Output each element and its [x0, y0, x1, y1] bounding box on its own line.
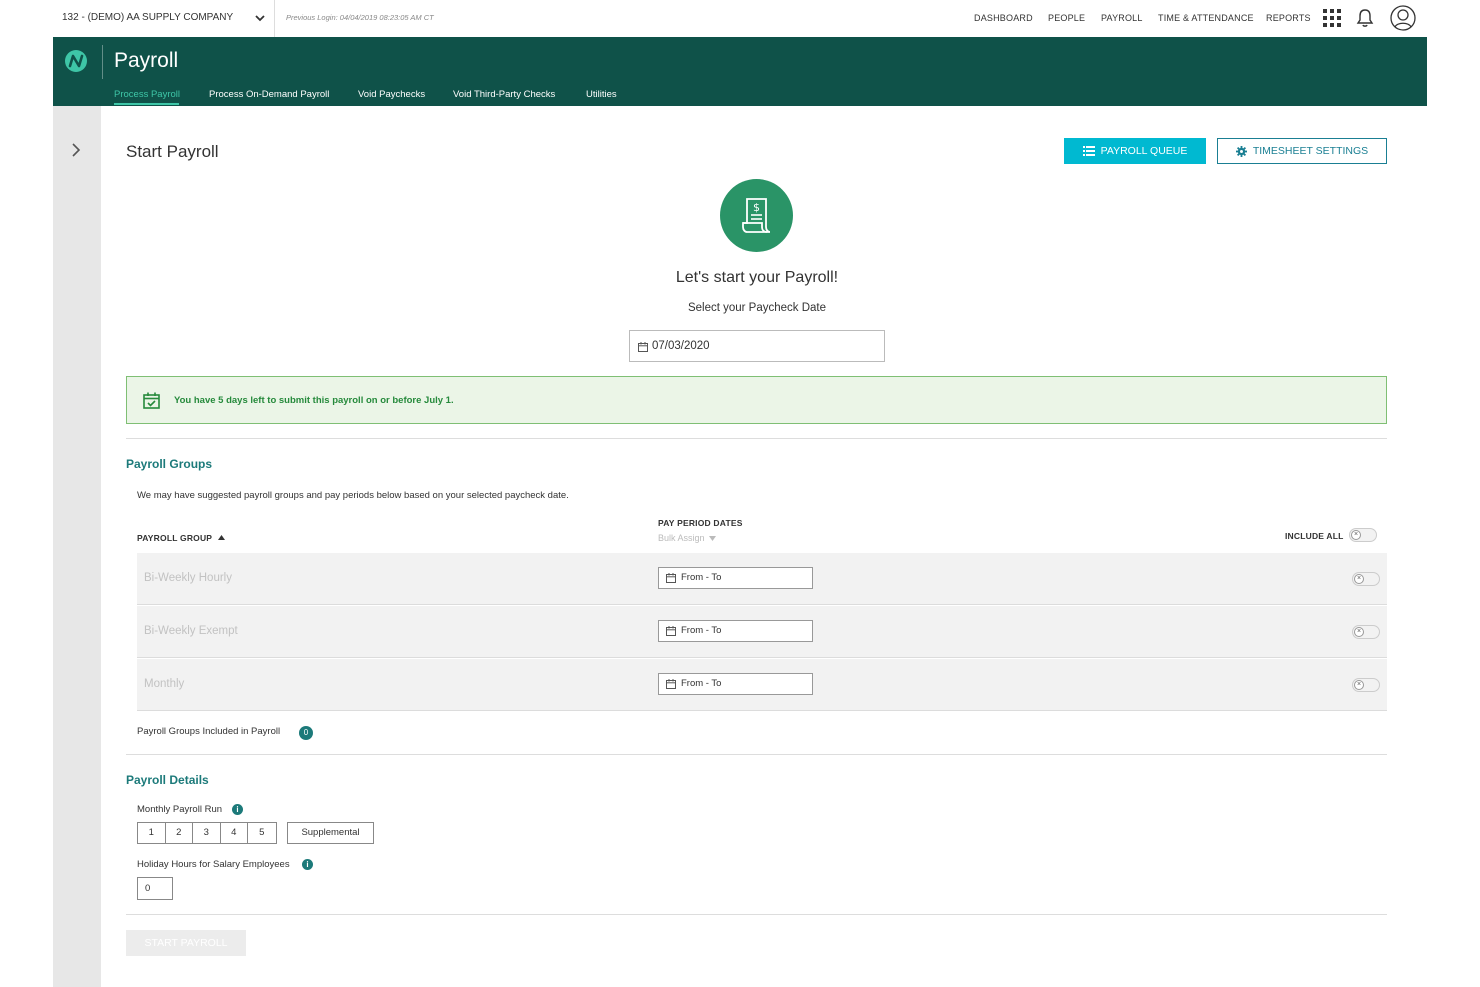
- tab-void-paychecks[interactable]: Void Paychecks: [358, 89, 425, 100]
- payroll-groups-title: Payroll Groups: [126, 457, 213, 471]
- previous-login: Previous Login: 04/04/2019 08:23:05 AM C…: [286, 13, 434, 22]
- run-5-button[interactable]: 5: [248, 823, 276, 843]
- nav-people[interactable]: PEOPLE: [1048, 13, 1085, 23]
- holiday-hours-input[interactable]: 0: [137, 877, 173, 900]
- nav-time-attendance[interactable]: TIME & ATTENDANCE: [1158, 13, 1254, 23]
- calendar-icon: [666, 679, 676, 689]
- info-icon[interactable]: i: [232, 804, 243, 815]
- payroll-group-name: Bi-Weekly Hourly: [144, 572, 232, 584]
- run-2-button[interactable]: 2: [165, 823, 193, 843]
- paycheck-date-value: 07/03/2020: [652, 340, 710, 352]
- pay-period-range-value: From - To: [681, 625, 722, 636]
- bulk-assign-label: Bulk Assign: [658, 533, 705, 543]
- list-icon: [1082, 146, 1095, 156]
- include-all-label: INCLUDE ALL: [1285, 531, 1344, 541]
- timesheet-settings-label: TIMESHEET SETTINGS: [1252, 145, 1369, 157]
- page-title: Start Payroll: [126, 142, 219, 161]
- hero-subtitle: Select your Paycheck Date: [687, 302, 827, 314]
- chevron-down-icon[interactable]: [254, 12, 266, 24]
- hero-title: Let's start your Payroll!: [675, 269, 839, 286]
- company-selector[interactable]: 132 - (DEMO) AA SUPPLY COMPANY: [62, 12, 233, 23]
- gear-icon: [1235, 145, 1247, 157]
- include-all-toggle[interactable]: ×: [1349, 528, 1377, 542]
- info-icon[interactable]: i: [302, 859, 313, 870]
- receipt-icon: $: [720, 179, 793, 252]
- nav-payroll[interactable]: PAYROLL: [1101, 13, 1143, 23]
- pay-period-range-value: From - To: [681, 572, 722, 583]
- payroll-groups-description: We may have suggested payroll groups and…: [137, 490, 569, 501]
- calendar-icon: [638, 342, 648, 352]
- table-row: Monthly From - To ×: [137, 659, 1387, 711]
- table-row: Bi-Weekly Exempt From - To ×: [137, 606, 1387, 658]
- calendar-check-icon: [143, 392, 160, 409]
- bulk-assign-dropdown[interactable]: Bulk Assign: [658, 533, 717, 543]
- col-pay-period-dates: PAY PERIOD DATES: [658, 518, 743, 528]
- side-rail: [53, 106, 101, 987]
- sort-up-icon: [217, 535, 225, 540]
- tab-process-payroll[interactable]: Process Payroll: [114, 89, 180, 100]
- include-group-toggle[interactable]: ×: [1352, 678, 1380, 692]
- start-payroll-button[interactable]: START PAYROLL: [126, 930, 246, 956]
- payroll-queue-button[interactable]: PAYROLL QUEUE: [1064, 138, 1206, 164]
- timesheet-settings-button[interactable]: TIMESHEET SETTINGS: [1217, 138, 1387, 164]
- chevron-down-icon: [709, 536, 717, 541]
- pay-period-range-input[interactable]: From - To: [658, 567, 813, 589]
- paycheck-date-input[interactable]: 07/03/2020: [629, 330, 885, 362]
- calendar-icon: [666, 626, 676, 636]
- col-payroll-group[interactable]: PAYROLL GROUP: [137, 533, 225, 543]
- tab-utilities[interactable]: Utilities: [586, 89, 617, 100]
- payroll-group-name: Monthly: [144, 678, 185, 690]
- table-row: Bi-Weekly Hourly From - To ×: [137, 553, 1387, 605]
- divider: [102, 45, 103, 79]
- include-group-toggle[interactable]: ×: [1352, 625, 1380, 639]
- divider: [126, 438, 1387, 439]
- page-section-title: Payroll: [114, 49, 179, 72]
- run-1-button[interactable]: 1: [138, 823, 166, 843]
- calendar-icon: [666, 573, 676, 583]
- pay-period-range-value: From - To: [681, 678, 722, 689]
- monthly-run-selector: 1 2 3 4 5: [137, 822, 277, 844]
- tab-process-on-demand-payroll[interactable]: Process On-Demand Payroll: [209, 89, 329, 100]
- bell-icon[interactable]: [1356, 8, 1374, 28]
- pay-period-range-input[interactable]: From - To: [658, 673, 813, 695]
- divider: [274, 0, 275, 37]
- chevron-right-icon[interactable]: [69, 141, 83, 159]
- holiday-hours-label: Holiday Hours for Salary Employees: [137, 859, 290, 870]
- include-group-toggle[interactable]: ×: [1352, 572, 1380, 586]
- groups-included-label: Payroll Groups Included in Payroll: [137, 726, 281, 737]
- nav-reports[interactable]: REPORTS: [1266, 13, 1311, 23]
- run-4-button[interactable]: 4: [220, 823, 248, 843]
- avatar-icon[interactable]: [1390, 5, 1416, 31]
- app-header: Payroll Process Payroll Process On-Deman…: [53, 37, 1427, 106]
- payroll-queue-label: PAYROLL QUEUE: [1100, 145, 1188, 157]
- pay-period-range-input[interactable]: From - To: [658, 620, 813, 642]
- tab-void-third-party-checks[interactable]: Void Third-Party Checks: [453, 89, 555, 100]
- top-bar: 132 - (DEMO) AA SUPPLY COMPANY Previous …: [53, 0, 1427, 37]
- logo-icon: [65, 50, 87, 72]
- payroll-details-title: Payroll Details: [126, 773, 209, 787]
- nav-dashboard[interactable]: DASHBOARD: [974, 13, 1033, 23]
- apps-grid-icon[interactable]: [1323, 9, 1341, 27]
- divider: [126, 754, 1387, 755]
- monthly-run-label: Monthly Payroll Run: [137, 804, 223, 815]
- active-tab-indicator: [114, 103, 179, 105]
- payroll-group-name: Bi-Weekly Exempt: [144, 625, 238, 637]
- col-payroll-group-label: PAYROLL GROUP: [137, 533, 213, 543]
- svg-text:$: $: [753, 201, 760, 214]
- groups-included-count-badge: 0: [299, 726, 313, 740]
- alert-text: You have 5 days left to submit this payr…: [174, 395, 454, 406]
- run-3-button[interactable]: 3: [193, 823, 221, 843]
- supplemental-button[interactable]: Supplemental: [287, 822, 374, 844]
- divider: [126, 914, 1387, 915]
- deadline-alert: You have 5 days left to submit this payr…: [126, 376, 1387, 424]
